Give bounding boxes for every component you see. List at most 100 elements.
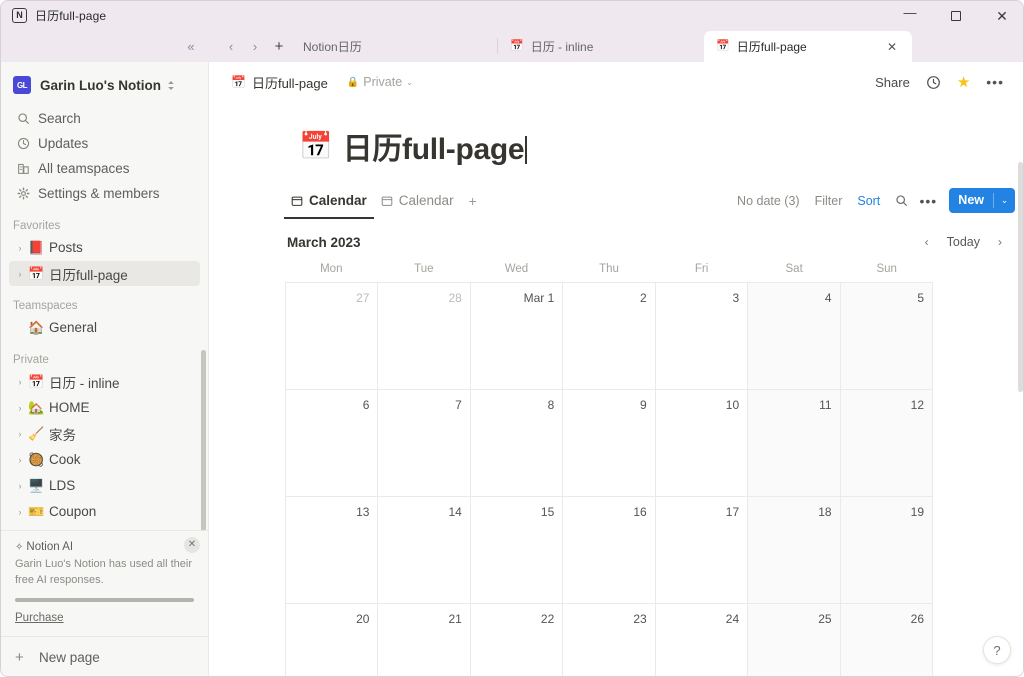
day-number: 2 — [640, 291, 647, 305]
sidebar-item-home[interactable]: › 🏡 HOME — [9, 395, 200, 420]
calendar-day-cell[interactable]: 21 — [378, 604, 471, 676]
forward-icon[interactable]: › — [243, 33, 267, 59]
chevron-right-icon[interactable]: › — [13, 429, 27, 439]
calendar-day-cell[interactable]: 14 — [378, 497, 471, 604]
chevron-right-icon[interactable]: › — [13, 269, 27, 279]
new-page-button[interactable]: + New page — [1, 636, 208, 676]
calendar-day-cell[interactable]: 26 — [840, 604, 933, 676]
chevron-right-icon[interactable]: › — [13, 507, 27, 517]
add-view-button[interactable]: + — [461, 189, 485, 213]
chevron-right-icon[interactable]: › — [13, 481, 27, 491]
workspace-switcher[interactable]: GL Garin Luo's Notion — [1, 66, 208, 104]
close-button[interactable]: ✕ — [979, 1, 1023, 30]
calendar-day-cell[interactable]: 9 — [563, 390, 656, 497]
help-button[interactable]: ? — [983, 636, 1011, 664]
calendar-day-cell[interactable]: 18 — [748, 497, 841, 604]
calendar-day-cell[interactable]: 23 — [563, 604, 656, 676]
favorite-button[interactable]: ★ — [950, 69, 977, 95]
share-button[interactable]: Share — [868, 69, 917, 95]
tab-notion-calendar[interactable]: Notion日历 — [291, 31, 497, 62]
minimize-button[interactable]: — — [887, 1, 933, 30]
calendar-day-cell[interactable]: 17 — [655, 497, 749, 604]
main-scrollbar[interactable] — [1018, 162, 1023, 392]
calendar-day-cell[interactable]: 12 — [840, 390, 933, 497]
filter-button[interactable]: Filter — [809, 190, 849, 212]
chevron-down-icon[interactable]: ⌄ — [994, 188, 1015, 213]
purchase-link[interactable]: Purchase — [15, 612, 194, 624]
sidebar-item-calendar-inline[interactable]: › 📅 日历 - inline — [9, 369, 200, 394]
sidebar-item-coupon[interactable]: › 🎫 Coupon — [9, 499, 200, 524]
calendar-day-cell[interactable]: 2 — [563, 283, 656, 390]
sidebar-item-updates[interactable]: Updates — [9, 131, 200, 155]
calendar-day-cell[interactable]: 3 — [655, 283, 749, 390]
sidebar-item-label: 家务 — [49, 427, 76, 443]
breadcrumb[interactable]: 📅 日历full-page — [225, 70, 334, 95]
calendar-day-cell[interactable]: 15 — [470, 497, 564, 604]
no-date-button[interactable]: No date (3) — [731, 190, 806, 212]
sort-button[interactable]: Sort — [851, 190, 886, 212]
sidebar-item-label: Updates — [38, 135, 89, 151]
close-icon[interactable]: ✕ — [184, 537, 200, 554]
maximize-button[interactable] — [933, 1, 979, 30]
chevron-right-icon[interactable]: › — [13, 403, 27, 413]
more-options-button[interactable]: ••• — [979, 69, 1011, 95]
calendar-day-cell[interactable]: 19 — [840, 497, 933, 604]
calendar-day-cell[interactable]: Mar 1 — [470, 283, 564, 390]
calendar-day-cell[interactable]: 5 — [840, 283, 933, 390]
calendar-day-cell[interactable]: 8 — [470, 390, 564, 497]
buildings-svg — [17, 163, 29, 174]
privacy-selector[interactable]: 🔒 Private ⌄ — [342, 72, 418, 92]
sidebar-item-label: Search — [38, 110, 81, 126]
new-record-button[interactable]: New ⌄ — [949, 188, 1015, 213]
sidebar-item-cook[interactable]: › 🥘 Cook — [9, 447, 200, 472]
calendar-day-cell[interactable]: 6 — [286, 390, 379, 497]
tab-close-icon[interactable]: ✕ — [884, 40, 900, 54]
calendar-day-cell[interactable]: 28 — [378, 283, 471, 390]
page-title[interactable]: 日历full-page — [343, 124, 527, 168]
day-number: 15 — [540, 505, 555, 519]
sidebar-item-all-teamspaces[interactable]: All teamspaces — [9, 156, 200, 180]
calendar-day-cell[interactable]: 10 — [655, 390, 749, 497]
search-button[interactable] — [889, 189, 913, 213]
chevron-right-icon[interactable]: › — [13, 455, 27, 465]
sidebar-item-general[interactable]: › 🏠 General — [9, 315, 200, 340]
chevron-right-icon[interactable]: › — [13, 243, 27, 253]
gear-icon — [13, 186, 33, 200]
view-tab-calendar-2[interactable]: Calendar — [374, 187, 461, 215]
sidebar-item-posts[interactable]: › 📕 Posts — [9, 235, 200, 260]
calendar-day-cell[interactable]: 16 — [563, 497, 656, 604]
history-button[interactable] — [919, 69, 948, 95]
sidebar-scrollbar[interactable] — [201, 350, 206, 531]
calendar-day-cell[interactable]: 20 — [286, 604, 379, 676]
back-icon[interactable]: ‹ — [219, 33, 243, 59]
calendar-day-cell[interactable]: 27 — [286, 283, 379, 390]
page-emoji-icon[interactable]: 📅 — [299, 132, 333, 160]
more-icon: ••• — [919, 192, 938, 209]
window-title: 日历full-page — [35, 9, 107, 23]
prev-month-button[interactable]: ‹ — [916, 231, 938, 253]
sidebar-item-lds[interactable]: › 🖥️ LDS — [9, 473, 200, 498]
page-emoji-icon: 🏡 — [28, 400, 45, 415]
tab-calendar-inline[interactable]: 📅 日历 - inline — [498, 31, 704, 62]
sidebar-item-calendar-fullpage[interactable]: › 📅 日历full-page — [9, 261, 200, 286]
sidebar-item-label: HOME — [49, 400, 90, 415]
sidebar-item-search[interactable]: Search — [9, 106, 200, 130]
chevron-right-icon[interactable]: › — [13, 377, 27, 387]
day-number: 4 — [824, 291, 832, 305]
calendar-day-cell[interactable]: 25 — [748, 604, 841, 676]
tab-calendar-fullpage[interactable]: 📅 日历full-page ✕ — [704, 31, 912, 62]
sidebar-item-housework[interactable]: › 🧹 家务 — [9, 421, 200, 446]
view-more-button[interactable]: ••• — [916, 189, 940, 213]
calendar-day-cell[interactable]: 7 — [378, 390, 471, 497]
view-tab-calendar-1[interactable]: Calendar — [284, 187, 374, 219]
calendar-day-cell[interactable]: 24 — [656, 604, 749, 676]
calendar-day-cell[interactable]: 4 — [748, 283, 841, 390]
today-button[interactable]: Today — [940, 232, 987, 252]
new-tab-icon[interactable]: + — [267, 33, 291, 59]
collapse-sidebar-icon[interactable]: « — [179, 33, 203, 59]
calendar-day-cell[interactable]: 11 — [748, 390, 841, 497]
next-month-button[interactable]: › — [989, 231, 1011, 253]
calendar-day-cell[interactable]: 22 — [471, 604, 564, 676]
calendar-day-cell[interactable]: 13 — [286, 497, 379, 604]
sidebar-item-settings-members[interactable]: Settings & members — [9, 181, 200, 205]
